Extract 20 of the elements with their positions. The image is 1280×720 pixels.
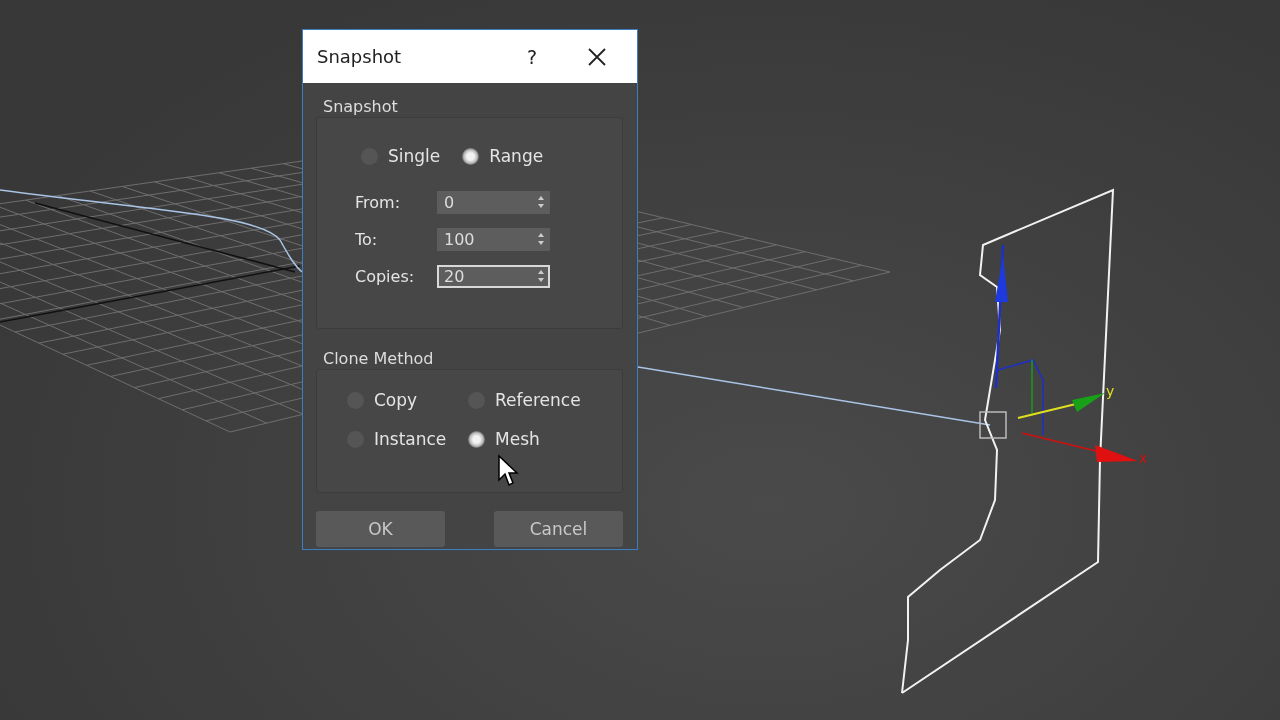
radio-option[interactable]: Reference [468,390,608,410]
field-label: To: [355,230,379,249]
axis-label: x [1139,450,1148,466]
field-label: Copies: [355,267,416,286]
spinner-field[interactable]: 0 [437,191,550,214]
group-label: Snapshot [322,97,399,117]
radio-option[interactable]: Range [462,146,544,166]
radio-option[interactable]: Copy [347,390,468,410]
field-label: From: [355,193,402,212]
group-label: Clone Method [322,349,435,369]
dialog-button[interactable]: OK [316,511,445,547]
spinner-field[interactable]: 20 [437,265,550,288]
axis-label: y [1106,383,1115,399]
help-button[interactable]: ? [526,45,537,68]
radio-option[interactable]: Instance [347,429,468,449]
window-title: Snapshot [317,46,403,67]
radio-option[interactable]: Mesh [468,429,608,449]
radio-option[interactable]: Single [361,146,441,166]
spinner-field[interactable]: 100 [437,228,550,251]
dialog-button[interactable]: Cancel [494,511,623,547]
